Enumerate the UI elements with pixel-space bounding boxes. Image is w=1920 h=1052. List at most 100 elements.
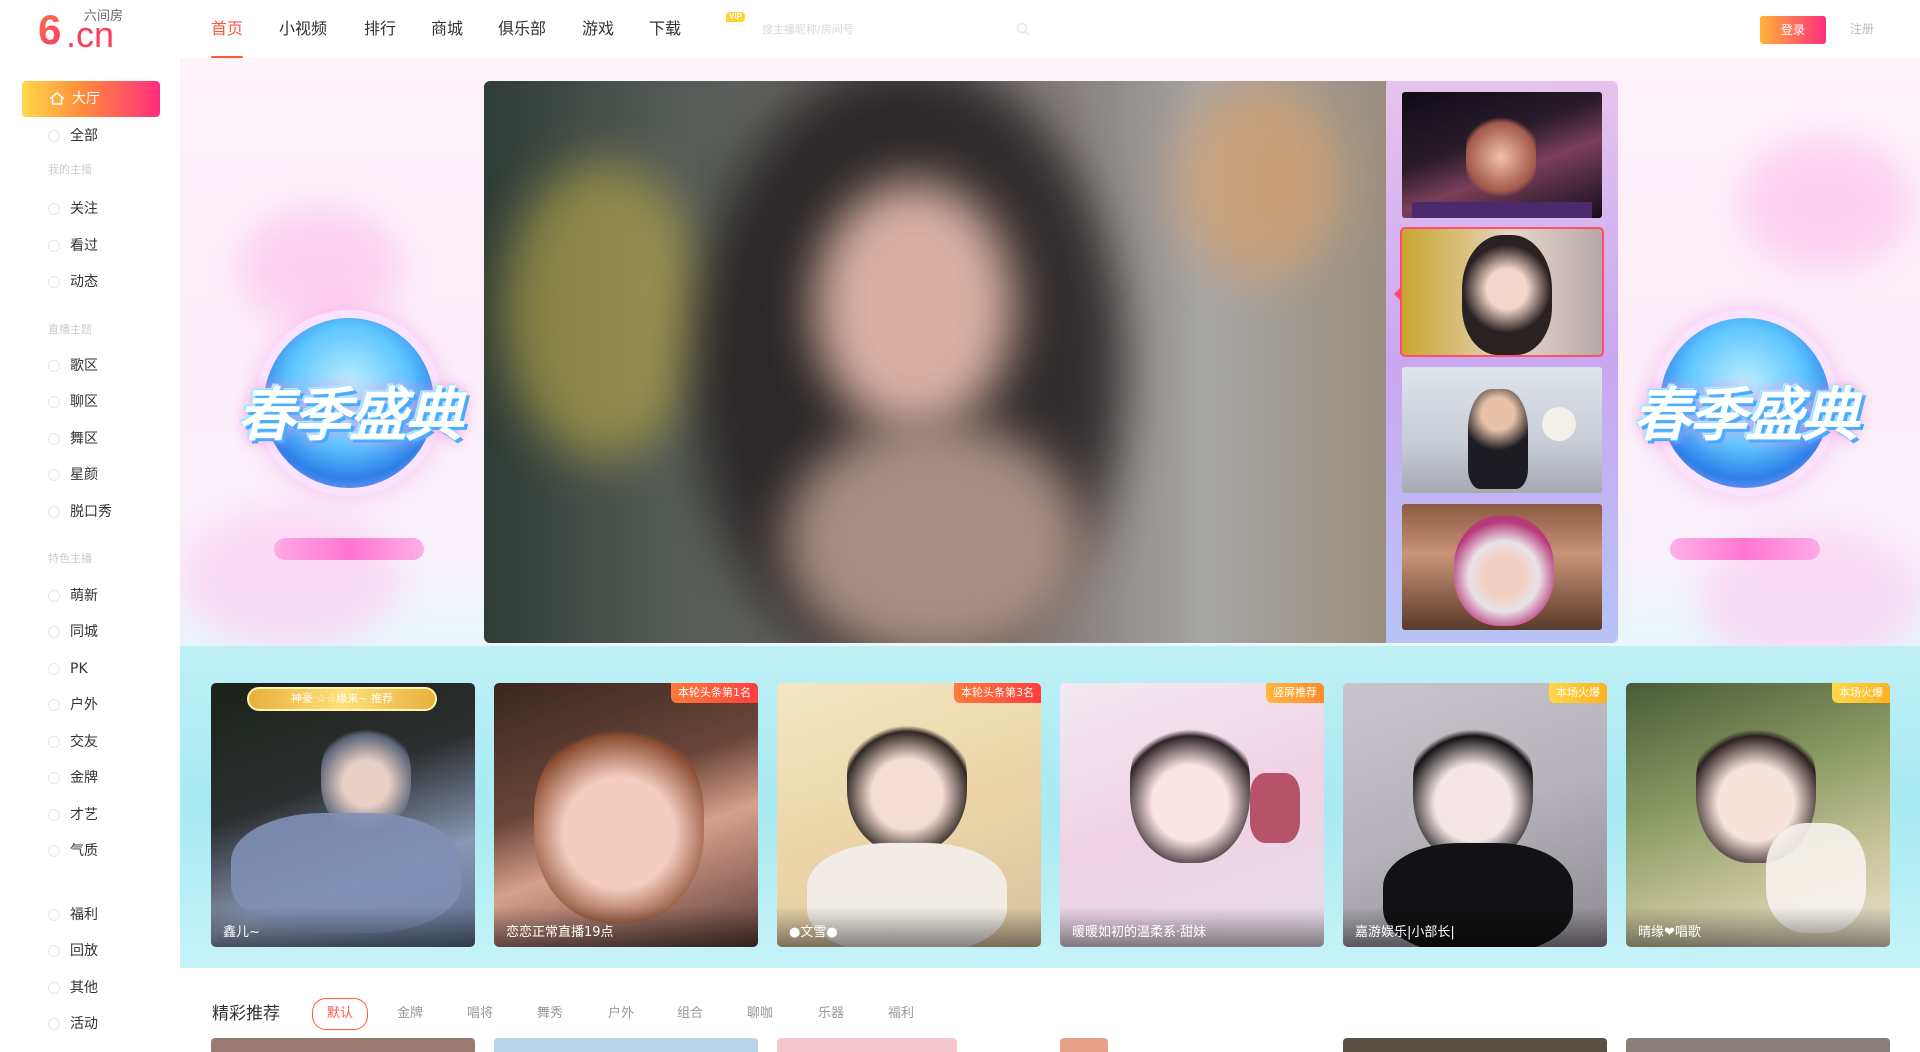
featured-card[interactable]: 本场火爆 嘉游娱乐|小部长| [1343, 683, 1607, 947]
sidebar-item-label: PK [70, 661, 88, 677]
search-icon[interactable] [1016, 22, 1030, 36]
event-emblem-left[interactable]: 春季盛典 [204, 288, 494, 568]
friends-icon [48, 736, 60, 748]
site-logo[interactable]: 6 .cn 六间房 [38, 6, 138, 53]
featured-card[interactable]: 神豪 ☆☆缘来~ 推荐 鑫儿~ [211, 683, 475, 947]
sidebar-item-label: 歌区 [70, 358, 98, 374]
sidebar: 6 .cn 六间房 大厅 全部 关注 看过 动态 歌区 聊区 舞区 星颜 脱口秀 萌新 同城 PK 户外… [0, 0, 180, 1052]
sidebar-item-label: 气质 [70, 843, 98, 859]
thumbnail-figure [1466, 112, 1536, 202]
gift-icon [48, 909, 60, 921]
live-video-player[interactable] [484, 81, 1386, 643]
sidebar-item-label: 其他 [70, 980, 98, 996]
filter-chip[interactable]: 福利 [888, 1003, 914, 1025]
filter-chip[interactable]: 聊咖 [747, 1003, 773, 1025]
filter-chip[interactable]: 唱将 [467, 1003, 493, 1025]
tab-nav-6[interactable]: 下载 [649, 18, 681, 40]
card-photo [847, 713, 967, 853]
recommend-card[interactable] [494, 1038, 758, 1052]
sidebar-item-label: 全部 [70, 128, 98, 144]
sidebar-item-label: 脱口秀 [70, 504, 112, 520]
star-icon [48, 469, 60, 481]
logo-tagline: 六间房 [84, 9, 124, 24]
card-name: 晴缘❤唱歌 [1626, 907, 1890, 947]
event-title: 春季盛典 [1632, 381, 1859, 449]
sidebar-section-heading: 直播主题 [48, 323, 92, 336]
tab-nav-3[interactable]: 商城 [431, 18, 463, 40]
talent-icon [48, 809, 60, 821]
sidebar-section-heading: 特色主播 [48, 552, 92, 565]
tab-nav-0[interactable]: 首页 [211, 18, 244, 59]
recommend-card[interactable] [211, 1038, 475, 1052]
stream-thumbnail-selected[interactable] [1400, 227, 1604, 357]
logo-mark: 6 [38, 6, 62, 53]
app-root: 6 .cn 六间房 大厅 全部 关注 看过 动态 歌区 聊区 舞区 星颜 脱口秀 萌新 同城 PK 户外… [0, 0, 1920, 1052]
heart-icon [48, 203, 60, 215]
stream-thumbnail[interactable] [1402, 92, 1602, 218]
login-button[interactable]: 登录 [1760, 16, 1826, 44]
featured-card[interactable]: 本轮头条第3名 ●文雪● [777, 683, 1041, 947]
filter-chip[interactable]: 舞秀 [537, 1003, 563, 1025]
recommend-card[interactable] [1060, 1038, 1108, 1052]
recommend-card[interactable] [777, 1038, 957, 1052]
filter-chip[interactable]: 组合 [677, 1003, 703, 1025]
thumbnail-figure [1468, 389, 1528, 489]
sidebar-item-label: 星颜 [70, 467, 98, 483]
grid-icon [48, 130, 60, 142]
sprout-icon [48, 590, 60, 602]
card-badge: 本轮头条第1名 [671, 683, 758, 703]
chat-icon [48, 396, 60, 408]
dance-icon [48, 433, 60, 445]
sidebar-item-hall[interactable]: 大厅 [22, 81, 160, 117]
sidebar-item-label: 金牌 [70, 770, 98, 786]
stream-thumbnail[interactable] [1402, 504, 1602, 630]
sidebar-item-label: 福利 [70, 907, 98, 923]
replay-icon [48, 945, 60, 957]
thumbnail-plush [1542, 407, 1576, 441]
sidebar-item-label: 看过 [70, 238, 98, 254]
tab-nav-5[interactable]: 游戏 [582, 18, 614, 40]
vip-badge: VIP [726, 12, 745, 22]
event-emblem-right[interactable]: 春季盛典 [1600, 288, 1890, 568]
sidebar-item-label: 交友 [70, 734, 98, 750]
featured-card[interactable]: 本场火爆 晴缘❤唱歌 [1626, 683, 1890, 947]
video-blur [1174, 81, 1344, 281]
selected-indicator [1394, 286, 1402, 302]
sidebar-item-label: 户外 [70, 697, 98, 713]
search-box[interactable] [754, 14, 1054, 44]
card-flowers [1250, 773, 1300, 843]
card-name: 嘉游娱乐|小部长| [1343, 907, 1607, 947]
featured-card[interactable]: 竖屏推荐 暖暖如初的温柔系·甜妹 [1060, 683, 1324, 947]
sidebar-item-label: 萌新 [70, 588, 98, 604]
vip-crown-banner: 神豪 ☆☆缘来~ 推荐 [247, 687, 437, 711]
search-input[interactable] [754, 14, 1054, 44]
filter-chip[interactable]: 户外 [608, 1003, 634, 1025]
card-badge: 本轮头条第3名 [954, 683, 1041, 703]
card-name: 暖暖如初的温柔系·甜妹 [1060, 907, 1324, 947]
outdoor-icon [48, 699, 60, 711]
recommend-title: 精彩推荐 [212, 1004, 280, 1024]
tab-nav-2[interactable]: 排行 [364, 18, 396, 40]
card-name: 鑫儿~ [211, 907, 475, 947]
filter-chip[interactable]: 乐器 [818, 1003, 844, 1025]
stream-thumbnail[interactable] [1402, 367, 1602, 493]
filter-chip[interactable]: 默认 [312, 998, 369, 1030]
sidebar-item-label: 关注 [70, 201, 98, 217]
card-badge: 竖屏推荐 [1266, 683, 1324, 703]
card-badge: 本场火爆 [1549, 683, 1607, 703]
tab-nav-1[interactable]: 小视频 [279, 18, 327, 40]
register-link[interactable]: 注册 [1850, 20, 1874, 38]
thumbnail-figure [1454, 516, 1554, 626]
featured-card[interactable]: 本轮头条第1名 恋恋正常直播19点 [494, 683, 758, 947]
recommend-card[interactable] [1343, 1038, 1607, 1052]
card-photo [1130, 713, 1250, 863]
medal-icon [48, 772, 60, 784]
eye-icon [48, 240, 60, 252]
tab-nav-4[interactable]: 俱乐部 [498, 18, 546, 40]
video-blur [504, 161, 704, 461]
pk-icon [48, 663, 60, 675]
decor-blob [1740, 138, 1910, 268]
filter-chip[interactable]: 金牌 [397, 1003, 423, 1025]
recommend-card[interactable] [1626, 1038, 1890, 1052]
thumbnail-floor [1412, 202, 1592, 218]
